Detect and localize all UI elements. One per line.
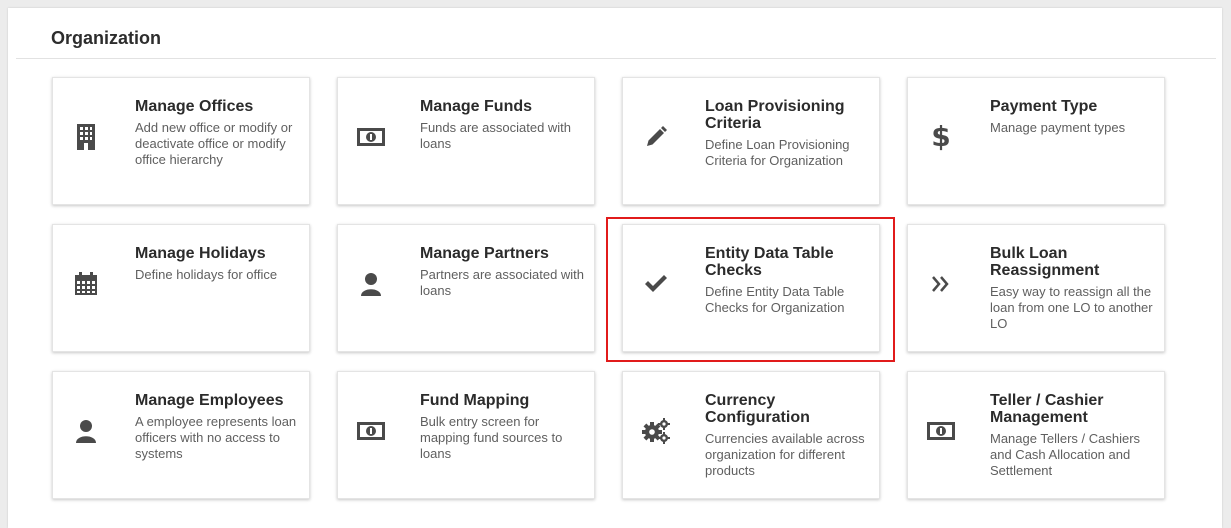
double-chevron-icon xyxy=(926,269,956,299)
money-icon xyxy=(926,416,956,446)
card-description: Define holidays for office xyxy=(135,267,278,282)
card-manage-holidays[interactable]: Manage Holidays Define holidays for offi… xyxy=(52,224,310,352)
dollar-icon: $ xyxy=(931,120,951,153)
card-title: Manage Holidays xyxy=(135,245,266,262)
card-title: Entity Data Table Checks xyxy=(705,245,834,279)
card-manage-partners[interactable]: Manage Partners Partners are associated … xyxy=(337,224,595,352)
building-icon xyxy=(71,122,101,152)
card-description: Manage Tellers / Cashiers and Cash Alloc… xyxy=(990,431,1141,478)
card-fund-mapping[interactable]: Fund Mapping Bulk entry screen for mappi… xyxy=(337,371,595,499)
check-icon xyxy=(641,269,671,299)
gears-icon xyxy=(641,416,671,446)
card-description: Add new office or modify or deactivate o… xyxy=(135,120,293,167)
card-title: Manage Employees xyxy=(135,392,284,409)
card-title: Teller / Cashier Management xyxy=(990,392,1104,426)
user-icon xyxy=(71,416,101,446)
card-title: Manage Funds xyxy=(420,98,533,115)
card-description: Currencies available across organization… xyxy=(705,431,865,478)
card-manage-funds[interactable]: Manage Funds Funds are associated with l… xyxy=(337,77,595,205)
card-teller-cashier-management[interactable]: Teller / Cashier Management Manage Telle… xyxy=(907,371,1165,499)
card-loan-provisioning-criteria[interactable]: Loan Provisioning Criteria Define Loan P… xyxy=(622,77,880,205)
card-manage-employees[interactable]: Manage Employees A employee represents l… xyxy=(52,371,310,499)
card-description: Partners are associated with loans xyxy=(420,267,585,298)
card-title: Manage Partners xyxy=(420,245,549,262)
card-currency-configuration[interactable]: Currency Configuration Currencies availa… xyxy=(622,371,880,499)
card-description: Define Entity Data Table Checks for Orga… xyxy=(705,284,845,315)
card-description: A employee represents loan officers with… xyxy=(135,414,297,461)
section-title: Organization xyxy=(51,28,162,48)
card-payment-type[interactable]: $ Payment Type Manage payment types xyxy=(907,77,1165,205)
card-description: Easy way to reassign all the loan from o… xyxy=(990,284,1153,331)
card-description: Funds are associated with loans xyxy=(420,120,572,151)
card-title: Currency Configuration xyxy=(705,392,810,426)
card-manage-offices[interactable]: Manage Offices Add new office or modify … xyxy=(52,77,310,205)
card-title: Manage Offices xyxy=(135,98,254,115)
pencil-icon xyxy=(641,122,671,152)
card-title: Bulk Loan Reassignment xyxy=(990,245,1100,279)
money-icon xyxy=(356,122,386,152)
card-bulk-loan-reassignment[interactable]: Bulk Loan Reassignment Easy way to reass… xyxy=(907,224,1165,352)
money-icon xyxy=(356,416,386,446)
card-entity-data-table-checks[interactable]: Entity Data Table Checks Define Entity D… xyxy=(622,224,880,352)
card-title: Fund Mapping xyxy=(420,392,530,409)
card-title: Loan Provisioning Criteria xyxy=(705,98,845,132)
section-divider xyxy=(16,58,1216,59)
card-title: Payment Type xyxy=(990,98,1098,115)
card-description: Define Loan Provisioning Criteria for Or… xyxy=(705,137,850,168)
calendar-icon xyxy=(71,269,101,299)
card-description: Manage payment types xyxy=(990,120,1126,135)
user-icon xyxy=(356,269,386,299)
card-description: Bulk entry screen for mapping fund sourc… xyxy=(420,414,563,461)
